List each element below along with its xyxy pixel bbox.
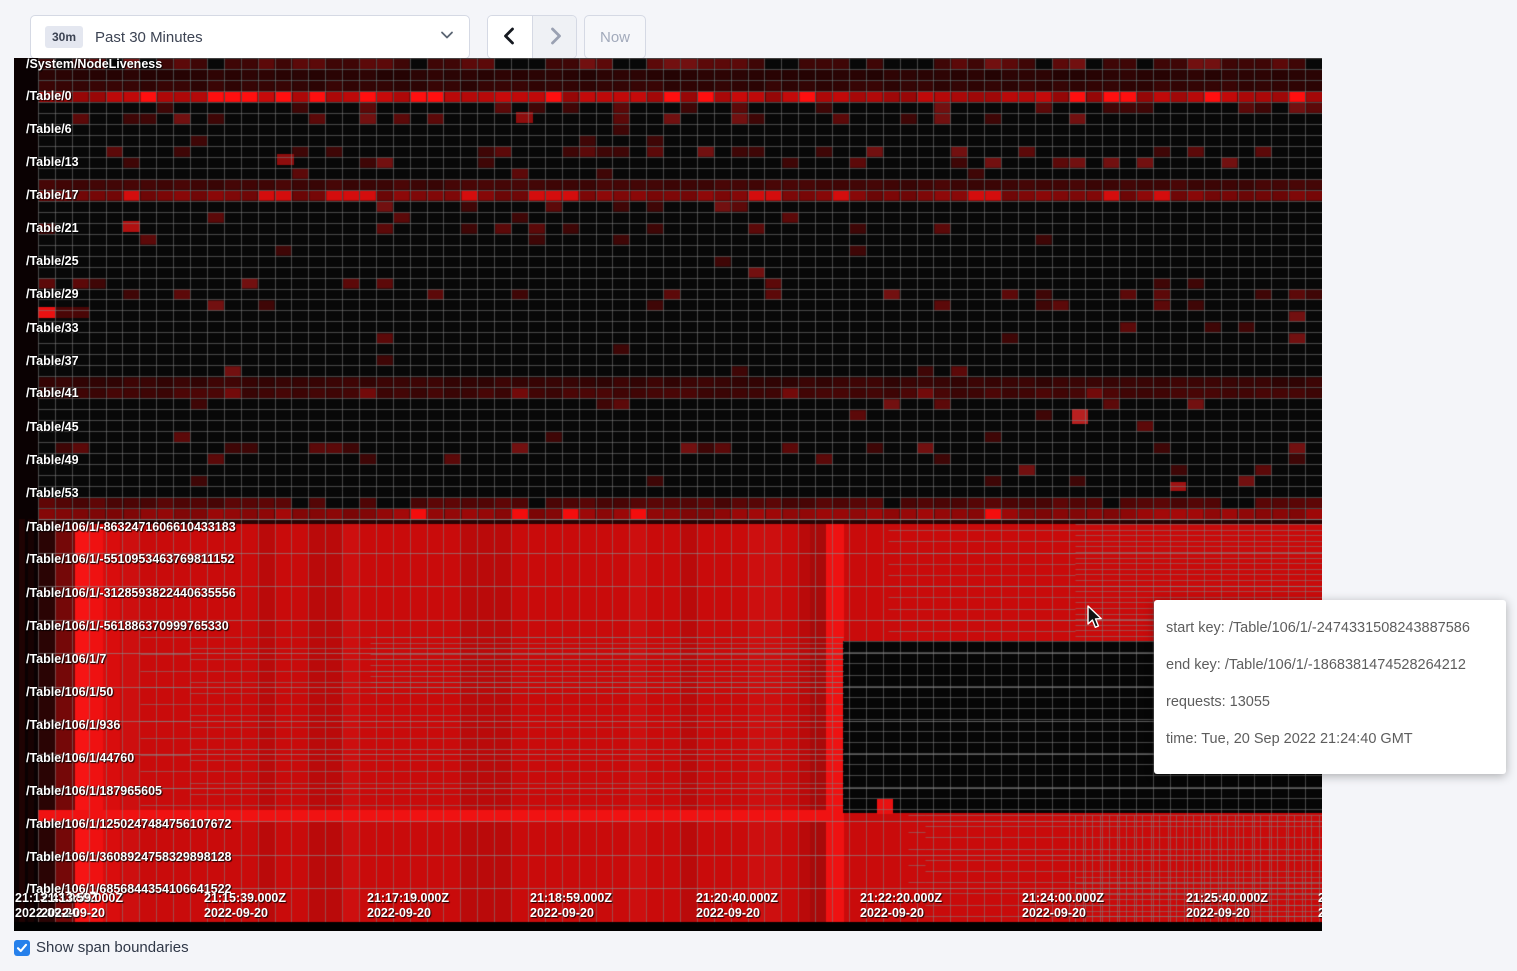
chevron-down-icon xyxy=(439,27,455,48)
check-icon xyxy=(16,942,28,954)
key-visualizer: /System/NodeLiveness/Table/0/Table/6/Tab… xyxy=(14,58,1322,931)
tooltip-line: time: Tue, 20 Sep 2022 21:24:40 GMT xyxy=(1166,721,1492,758)
show-span-boundaries-checkbox[interactable] xyxy=(14,940,30,956)
footer: Show span boundaries xyxy=(14,939,189,956)
key-visualizer-canvas[interactable] xyxy=(14,58,1322,931)
time-range-badge: 30m xyxy=(45,26,83,48)
time-range-label: Past 30 Minutes xyxy=(95,29,439,46)
tooltip-line: start key: /Table/106/1/-247433150824388… xyxy=(1166,610,1492,647)
back-button[interactable] xyxy=(488,16,532,58)
chevron-right-icon xyxy=(543,24,567,51)
tooltip: start key: /Table/106/1/-247433150824388… xyxy=(1154,600,1506,774)
tooltip-line: end key: /Table/106/1/-18683814745282642… xyxy=(1166,647,1492,684)
tooltip-line: requests: 13055 xyxy=(1166,684,1492,721)
time-range-select[interactable]: 30m Past 30 Minutes xyxy=(30,15,470,59)
chevron-left-icon xyxy=(498,24,522,51)
checkbox-label: Show span boundaries xyxy=(36,939,189,956)
forward-button[interactable] xyxy=(532,16,576,58)
time-nav-group xyxy=(487,15,577,59)
now-button[interactable]: Now xyxy=(584,15,646,59)
